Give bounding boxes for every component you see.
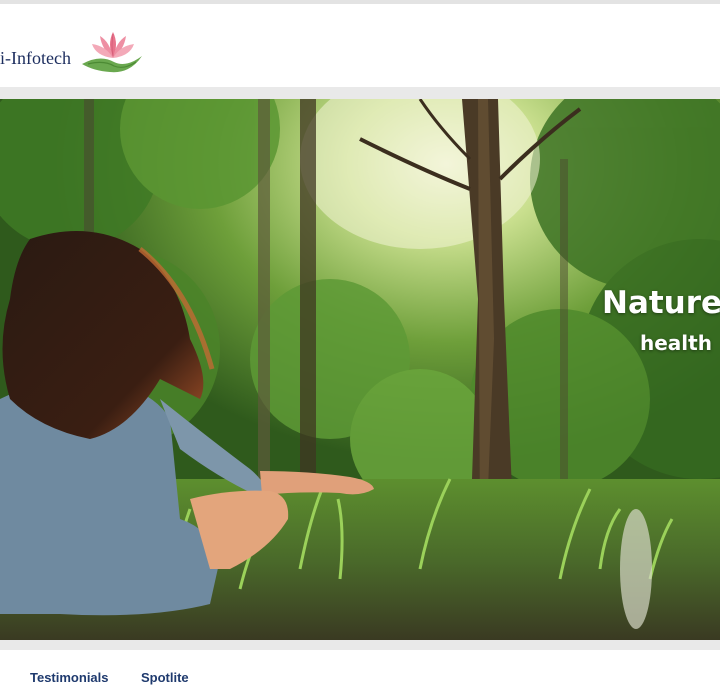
hero-banner: Nature health [0,99,720,640]
lotus-logo-icon[interactable] [80,24,146,76]
hero-subline: health [640,331,712,355]
hero-headline: Nature [602,285,720,321]
brand-name[interactable]: i-Infotech [0,48,71,69]
bottom-nav: Testimonials Spotlite [0,650,720,700]
nav-item-testimonials[interactable]: Testimonials [30,670,109,685]
woman-meditating-in-forest-photo [0,99,720,640]
nav-item-spotlite[interactable]: Spotlite [141,670,189,685]
hero-divider [0,640,720,650]
header-divider [0,87,720,99]
site-header: i-Infotech [0,4,720,87]
